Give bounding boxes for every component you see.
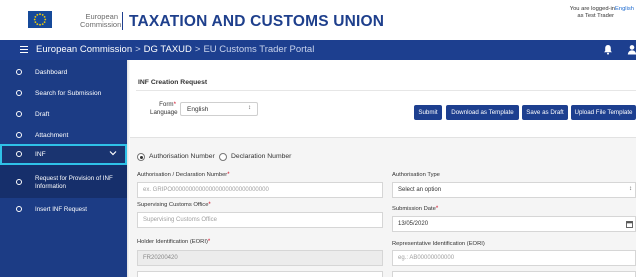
breadcrumb-item[interactable]: European Commission — [36, 44, 132, 55]
form-language-label-line2: Language — [150, 109, 178, 116]
calendar-icon[interactable] — [626, 220, 633, 228]
holder-identification-input[interactable]: FR20200420 — [137, 250, 383, 266]
cut-off-input[interactable] — [392, 271, 636, 277]
nav-bar: European Commission > DG TAXUD > EU Customs … — [0, 40, 636, 60]
sidebar: Dashboard Search for Submission Draft At… — [0, 60, 127, 277]
circle-bullet-icon — [16, 151, 22, 157]
upload-template-button[interactable]: Upload File Template — [571, 105, 636, 120]
login-user: as Test Trader — [577, 13, 614, 19]
sort-arrows-icon: ↕ — [248, 105, 251, 111]
circle-bullet-icon — [16, 69, 22, 75]
chevron-down-icon[interactable] — [109, 150, 117, 156]
sidebar-item-inf[interactable]: INF — [0, 144, 127, 165]
page-title: TAXATION AND CUSTOMS UNION — [129, 13, 385, 30]
circle-bullet-icon — [16, 132, 22, 138]
login-prefix: You are logged-in — [569, 6, 615, 12]
submission-date-label: Submission Date — [392, 206, 436, 212]
form-title: INF Creation Request — [138, 79, 208, 86]
holder-identification-label: Holder Identification (EORI) — [137, 239, 208, 245]
field-label: Authorisation / Declaration Number* — [137, 172, 230, 178]
sidebar-item-draft[interactable]: Draft — [0, 104, 127, 125]
form-language-label-line1: Form — [159, 101, 174, 108]
submission-date-input[interactable]: 13/05/2020 — [392, 216, 636, 232]
sidebar-item-label: Insert INF Request — [35, 206, 87, 213]
field-label: Representative Identification (EORI) — [392, 241, 485, 247]
save-draft-button[interactable]: Save as Draft — [522, 105, 568, 120]
sidebar-item-search[interactable]: Search for Submission — [0, 83, 127, 104]
form-language-select[interactable]: English ↕ — [180, 102, 258, 116]
sidebar-item-label: INF — [35, 151, 46, 158]
european-commission-brand: European Commission — [80, 13, 122, 29]
field-label: Supervising Customs Office* — [137, 202, 211, 208]
radio-authorisation-number[interactable] — [137, 153, 145, 161]
submission-date-value: 13/05/2020 — [398, 221, 429, 227]
sidebar-item-label: Attachment — [35, 132, 69, 139]
circle-bullet-icon — [16, 179, 22, 185]
circle-bullet-icon — [16, 90, 22, 96]
breadcrumb-item[interactable]: DG TAXUD — [144, 44, 192, 55]
breadcrumb: European Commission > DG TAXUD > EU Customs … — [36, 44, 315, 55]
representative-identification-input[interactable]: eg.: AB00000000000 — [392, 250, 636, 266]
form-language-value: English — [187, 106, 209, 113]
sidebar-item-label: Dashboard — [35, 69, 68, 76]
sidebar-item-label: Draft — [35, 111, 50, 118]
field-label: Authorisation Type — [392, 172, 440, 178]
breadcrumb-item: EU Customs Trader Portal — [203, 44, 315, 55]
sidebar-item-attachment[interactable]: Attachment — [0, 125, 127, 146]
radio-label: Declaration Number — [231, 153, 292, 160]
auth-type-select[interactable]: Select an option ↕ — [392, 182, 636, 198]
sidebar-item-label: Search for Submission — [35, 90, 102, 97]
download-template-button[interactable]: Download as Template — [446, 105, 519, 120]
circle-bullet-icon — [16, 206, 22, 212]
top-banner: European Commission TAXATION AND CUSTOMS… — [0, 0, 636, 40]
eu-flag-logo — [28, 11, 52, 28]
submit-button[interactable]: Submit — [414, 105, 442, 120]
sidebar-subitem-insert-request[interactable]: Insert INF Request — [0, 200, 127, 218]
language-link[interactable]: English — [615, 6, 634, 12]
field-label: Holder Identification (EORI)* — [137, 239, 211, 245]
user-icon[interactable] — [627, 44, 636, 55]
main-content: INF Creation Request Form* Language Engl… — [130, 60, 636, 277]
sidebar-item-dashboard[interactable]: Dashboard — [0, 62, 127, 83]
radio-declaration-number[interactable] — [219, 153, 227, 161]
menu-icon[interactable] — [20, 46, 28, 53]
divider — [136, 90, 636, 91]
auth-decl-number-input[interactable]: ex. GRIPO00000000000000000000000000000 — [137, 182, 383, 198]
sidebar-item-label: Request for Provision of INF Information — [35, 175, 113, 190]
field-label: Submission Date* — [392, 206, 439, 212]
radio-label: Authorisation Number — [149, 153, 215, 160]
cut-off-input[interactable] — [137, 271, 383, 277]
supervising-office-label: Supervising Customs Office — [137, 202, 209, 208]
sidebar-subitem-request-provision[interactable]: Request for Provision of INF Information — [0, 165, 127, 198]
form-language-label: Form* Language — [150, 101, 178, 117]
brand-divider — [122, 12, 123, 30]
sort-arrows-icon: ↕ — [629, 186, 632, 192]
required-asterisk: * — [173, 101, 176, 108]
form-header-card: INF Creation Request Form* Language Engl… — [130, 60, 636, 138]
auth-type-value: Select an option — [398, 187, 442, 193]
brand-line2: Commission — [80, 20, 122, 29]
auth-decl-label: Authorisation / Declaration Number — [137, 172, 228, 178]
supervising-office-input[interactable]: Supervising Customs Office — [137, 212, 383, 228]
circle-bullet-icon — [16, 111, 22, 117]
bell-icon[interactable] — [603, 44, 613, 55]
login-status: You are logged-inEnglish as Test Trader — [544, 6, 634, 20]
